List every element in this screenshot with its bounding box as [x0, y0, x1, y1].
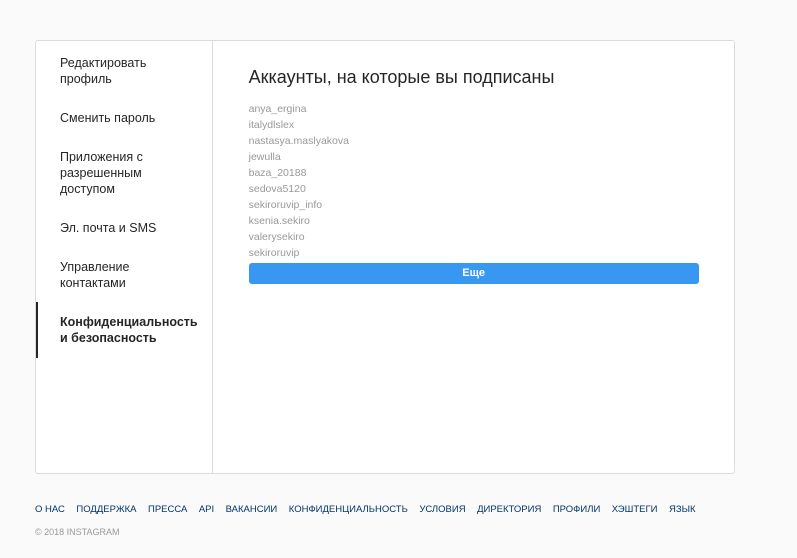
- account-item[interactable]: jewulla: [249, 149, 699, 165]
- footer-link-support[interactable]: ПОДДЕРЖКА: [76, 504, 136, 516]
- account-item[interactable]: sedova5120: [249, 181, 699, 197]
- page-footer: О НАС ПОДДЕРЖКА ПРЕССА API ВАКАНСИИ КОНФ…: [35, 504, 775, 538]
- footer-link-language[interactable]: ЯЗЫК: [669, 504, 696, 516]
- account-item[interactable]: baza_20188: [249, 165, 699, 181]
- account-item[interactable]: valerysekiro: [249, 229, 699, 245]
- account-item[interactable]: ksenia.sekiro: [249, 213, 699, 229]
- footer-link-press[interactable]: ПРЕССА: [148, 504, 187, 516]
- account-item[interactable]: sekiroruvip_info: [249, 197, 699, 213]
- main-content: Аккаунты, на которые вы подписаны anya_e…: [213, 41, 735, 473]
- footer-link-directory[interactable]: ДИРЕКТОРИЯ: [477, 504, 541, 516]
- settings-sidebar: Редактировать профиль Сменить пароль При…: [36, 41, 213, 473]
- footer-link-about[interactable]: О НАС: [35, 504, 65, 516]
- page-title: Аккаунты, на которые вы подписаны: [248, 67, 555, 87]
- footer-link-privacy[interactable]: КОНФИДЕНЦИАЛЬНОСТЬ: [289, 504, 408, 516]
- footer-link-terms[interactable]: УСЛОВИЯ: [419, 504, 465, 516]
- sidebar-item-authorized-apps[interactable]: Приложения с разрешенным доступом: [36, 149, 212, 220]
- account-item[interactable]: italydlslex: [249, 117, 699, 133]
- account-item[interactable]: anya_ergina: [249, 101, 699, 117]
- sidebar-item-email-sms[interactable]: Эл. почта и SMS: [36, 220, 212, 259]
- sidebar-item-edit-profile[interactable]: Редактировать профиль: [36, 53, 212, 110]
- sidebar-item-change-password[interactable]: Сменить пароль: [36, 110, 212, 149]
- account-list: anya_ergina italydlslex nastasya.maslyak…: [249, 101, 699, 261]
- footer-link-profiles[interactable]: ПРОФИЛИ: [553, 504, 600, 516]
- footer-link-jobs[interactable]: ВАКАНСИИ: [226, 504, 278, 516]
- settings-card: Редактировать профиль Сменить пароль При…: [35, 40, 735, 474]
- account-item[interactable]: sekiroruvip: [249, 245, 699, 261]
- more-button[interactable]: Еще: [248, 263, 699, 284]
- footer-link-api[interactable]: API: [199, 504, 214, 516]
- copyright: © 2018 INSTAGRAM: [35, 527, 120, 537]
- footer-link-hashtags[interactable]: ХЭШТЕГИ: [612, 504, 658, 516]
- sidebar-item-privacy-security[interactable]: Конфиденциальность и безопасность: [36, 302, 212, 358]
- account-item[interactable]: nastasya.maslyakova: [249, 133, 699, 149]
- footer-links: О НАС ПОДДЕРЖКА ПРЕССА API ВАКАНСИИ КОНФ…: [35, 504, 775, 516]
